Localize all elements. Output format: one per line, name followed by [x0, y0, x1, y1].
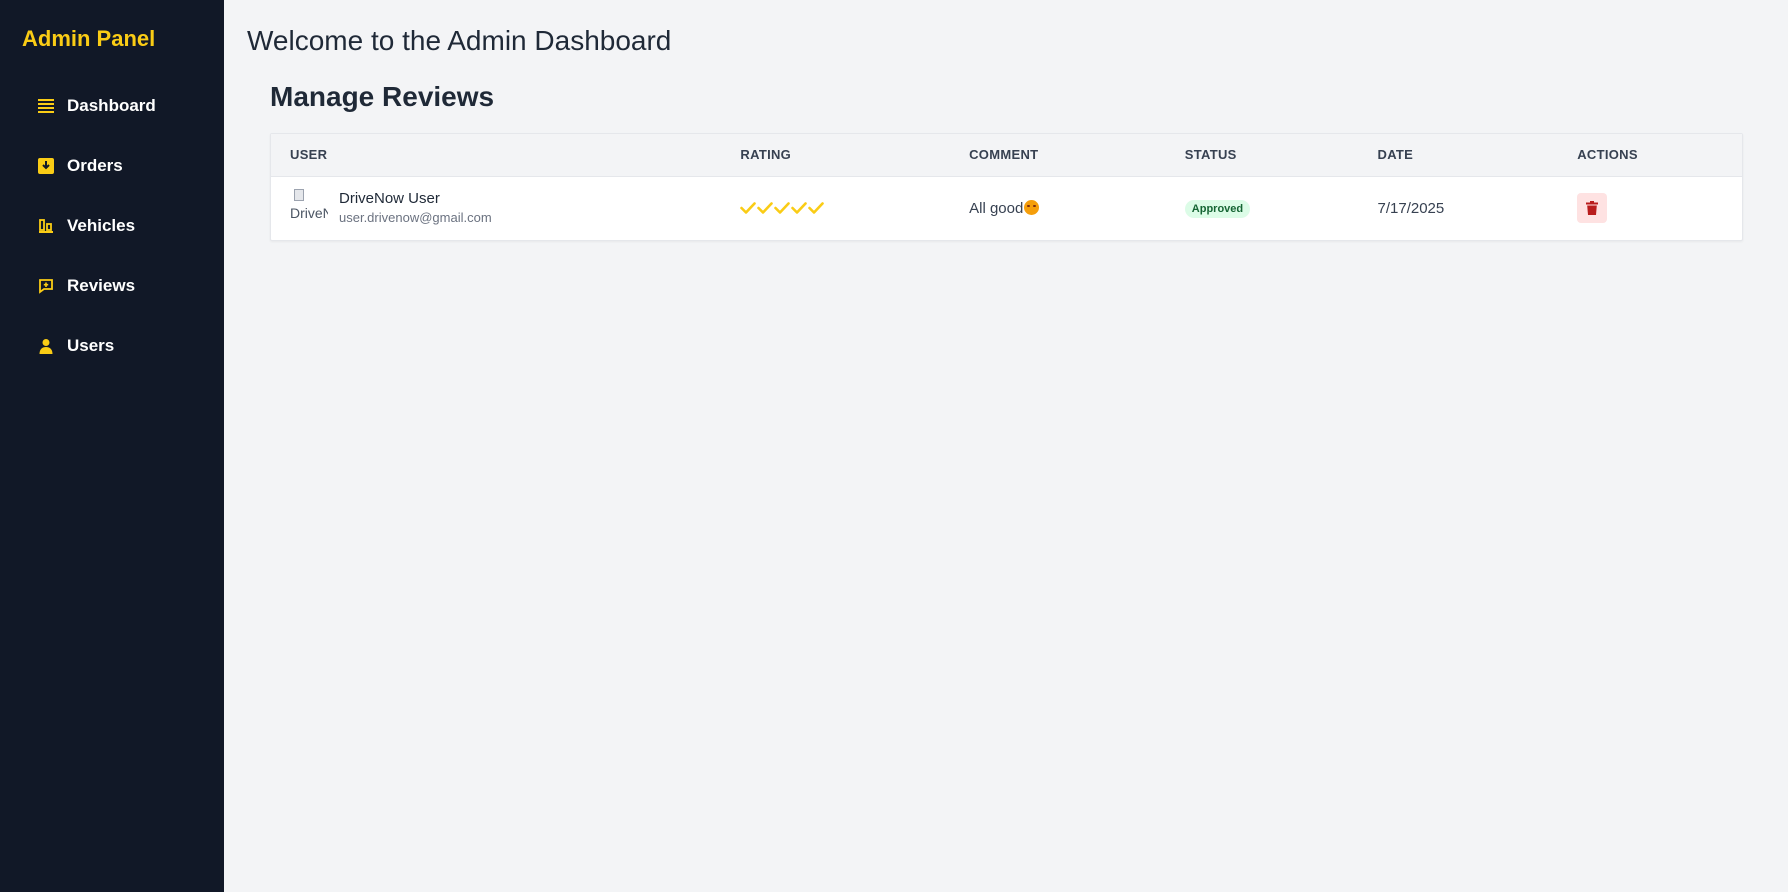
- rating-check-icon: [808, 202, 825, 215]
- delete-review-button[interactable]: [1577, 193, 1608, 224]
- section-title: Manage Reviews: [270, 81, 495, 112]
- broken-image-icon: [294, 189, 304, 202]
- user-name: DriveNow User: [339, 190, 440, 208]
- user-cell: DriveNow User DriveNow User user.driveno…: [271, 176, 721, 240]
- rating-check-icon: [740, 202, 757, 215]
- column-header-date: DATE: [1377, 147, 1414, 163]
- sidebar-nav: Dashboard Orders Vehicles Reviews Users: [0, 76, 224, 376]
- main-content: Welcome to the Admin Dashboard Manage Re…: [224, 0, 1788, 892]
- vehicles-icon: [37, 217, 55, 235]
- rating-cell: [721, 176, 950, 240]
- orders-icon: [37, 157, 55, 175]
- column-header-rating: RATING: [740, 147, 792, 163]
- user-email: user.drivenow@gmail.com: [339, 210, 492, 226]
- users-icon: [37, 337, 55, 355]
- sidebar-item-dashboard[interactable]: Dashboard: [0, 76, 224, 136]
- column-header-user: USER: [290, 147, 328, 163]
- avatar-alt-text: DriveNow User: [290, 205, 328, 222]
- column-header-actions: ACTIONS: [1577, 147, 1638, 163]
- comment-cell: All good: [950, 176, 1166, 240]
- rating-check-icon: [757, 202, 774, 215]
- reviews-section: Manage Reviews USER RATING COMMENT STATU…: [247, 80, 1743, 241]
- sidebar-item-label: Orders: [67, 156, 123, 175]
- table-header-row: USER RATING COMMENT STATUS DATE ACTIONS: [271, 134, 1742, 176]
- sidebar: Admin Panel Dashboard Orders Vehicles Re…: [0, 0, 224, 892]
- sidebar-item-orders[interactable]: Orders: [0, 136, 224, 196]
- rating-check-icon: [791, 202, 808, 215]
- status-cell: Approved: [1166, 176, 1359, 240]
- status-badge: Approved: [1184, 199, 1251, 218]
- trash-icon: [1586, 201, 1599, 216]
- rating-check-icon: [774, 202, 791, 215]
- reviews-table: USER RATING COMMENT STATUS DATE ACTIONS: [270, 133, 1743, 241]
- column-header-comment: COMMENT: [969, 147, 1039, 163]
- sidebar-item-reviews[interactable]: Reviews: [0, 256, 224, 316]
- rating-checks: [740, 202, 950, 215]
- avatar: DriveNow User: [290, 189, 328, 227]
- brand-title: Admin Panel: [22, 26, 156, 51]
- sidebar-item-label: Users: [67, 336, 115, 355]
- reviews-icon: [37, 277, 55, 295]
- smiling-face-icon: [1024, 199, 1040, 215]
- date-cell: 7/17/2025: [1377, 199, 1445, 217]
- sidebar-item-label: Reviews: [67, 276, 136, 295]
- sidebar-item-users[interactable]: Users: [0, 316, 224, 376]
- sidebar-item-label: Dashboard: [67, 96, 156, 115]
- column-header-status: STATUS: [1184, 147, 1237, 163]
- table-row: DriveNow User DriveNow User user.driveno…: [271, 176, 1742, 240]
- comment-text: All good: [969, 199, 1024, 217]
- sidebar-item-label: Vehicles: [67, 216, 136, 235]
- page-title: Welcome to the Admin Dashboard: [247, 25, 672, 56]
- actions-cell: [1558, 176, 1742, 240]
- dashboard-icon: [37, 97, 55, 115]
- sidebar-item-vehicles[interactable]: Vehicles: [0, 196, 224, 256]
